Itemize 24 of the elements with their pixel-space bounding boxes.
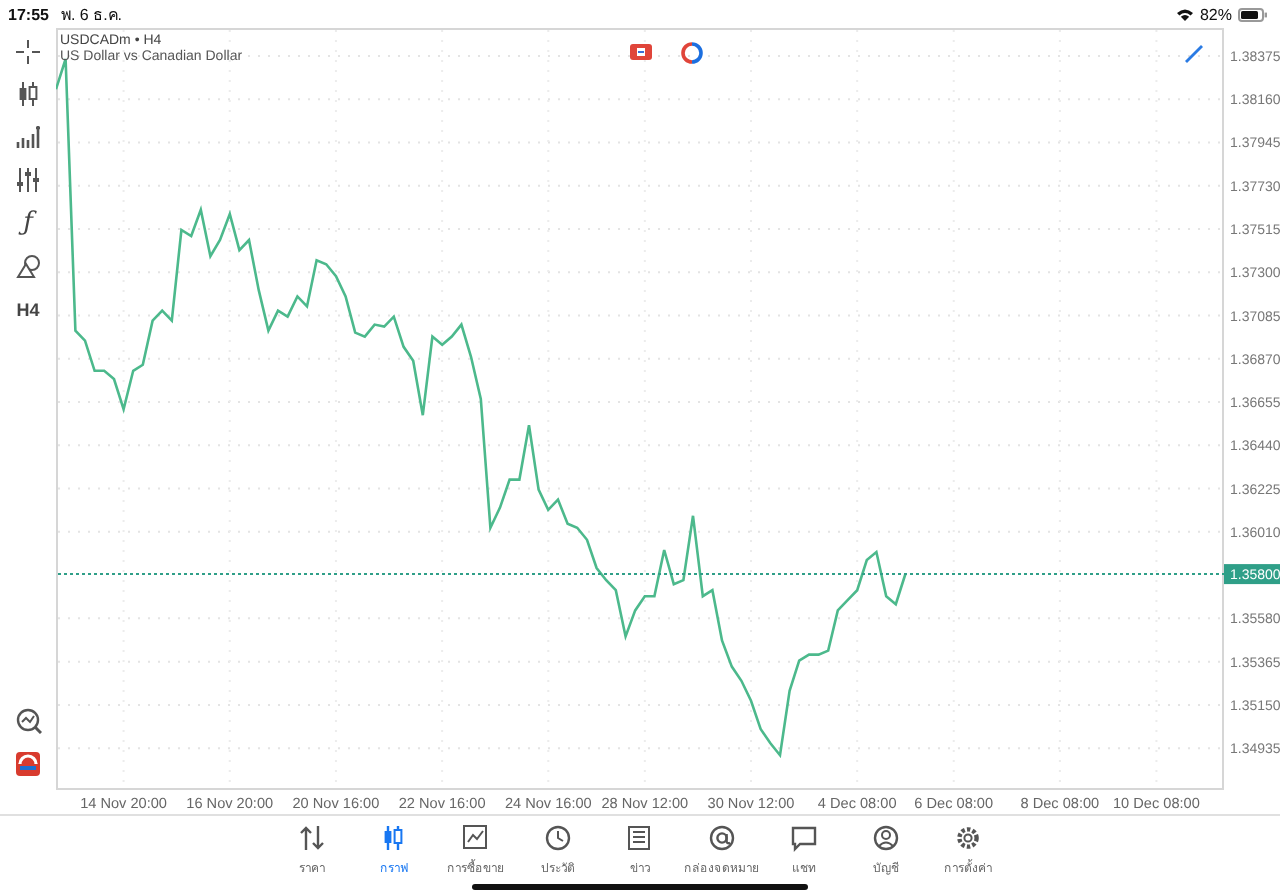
line-chart-icon — [462, 824, 490, 852]
history-icon — [544, 824, 572, 852]
bar-chart-icon[interactable] — [15, 126, 41, 149]
timeframe-button[interactable]: H4 — [16, 299, 40, 320]
battery-percent: 82% — [1199, 5, 1232, 23]
sort-arrows-icon — [298, 824, 326, 852]
status-time: 17:55 — [8, 5, 49, 23]
sliders-icon[interactable] — [16, 168, 40, 193]
chat-bubble-icon — [790, 824, 818, 852]
status-date: พ. 6 ธ.ค. — [60, 3, 123, 27]
battery-icon — [1238, 7, 1268, 21]
crosshair-icon[interactable] — [16, 39, 40, 64]
at-sign-icon — [708, 824, 736, 852]
candlestick-icon — [380, 824, 408, 852]
user-icon — [872, 824, 900, 852]
indicator-button[interactable]: ƒ — [23, 208, 33, 239]
news-icon — [626, 824, 654, 852]
wifi-icon — [1175, 7, 1194, 21]
chart-search-icon[interactable] — [15, 708, 41, 735]
settings-icon — [954, 824, 982, 852]
trendline-icon[interactable] — [1185, 45, 1203, 63]
app-logo-icon[interactable] — [16, 752, 40, 777]
shapes-icon[interactable] — [15, 254, 41, 279]
candlestick-icon[interactable] — [16, 82, 40, 107]
